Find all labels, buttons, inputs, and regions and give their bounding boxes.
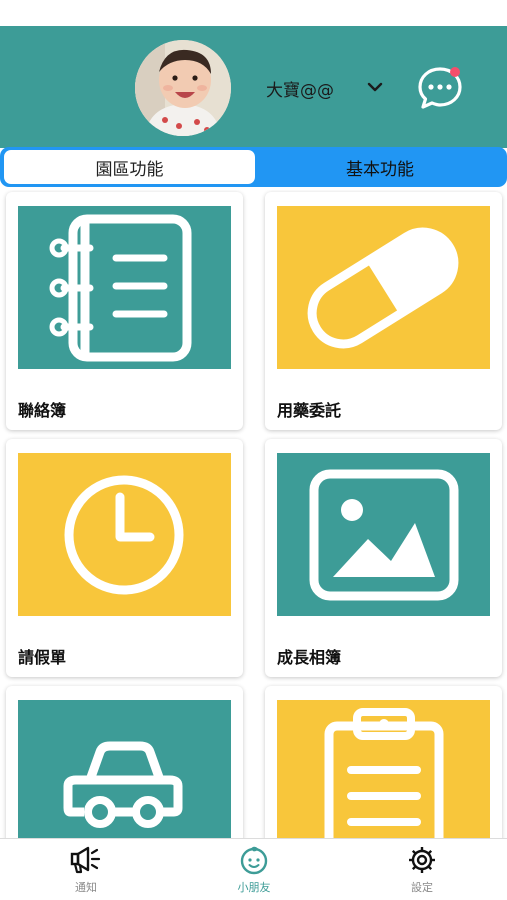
car-icon — [63, 741, 183, 828]
function-tabs: 園區功能 基本功能 — [0, 147, 507, 187]
nav-label: 設定 — [411, 881, 433, 894]
tab-park-functions[interactable]: 園區功能 — [4, 150, 255, 184]
unread-badge — [450, 67, 460, 77]
nav-label: 小朋友 — [237, 881, 271, 894]
card-label: 用藥委託 — [277, 401, 342, 420]
clipboard-icon — [324, 708, 444, 838]
chat-bubble-icon[interactable] — [416, 64, 464, 112]
bottom-navigation: 通知 小朋友 設定 — [0, 838, 507, 900]
card-label: 聯絡簿 — [18, 401, 67, 420]
card-label: 請假單 — [18, 648, 67, 667]
avatar[interactable] — [135, 40, 231, 136]
photo-album-icon — [309, 469, 459, 601]
card-label: 成長相簿 — [277, 648, 342, 667]
nav-children[interactable]: 小朋友 — [194, 845, 314, 899]
child-photo-icon — [135, 40, 231, 136]
nav-notifications[interactable]: 通知 — [26, 845, 146, 899]
function-grid: 聯絡簿 用藥委託 請假單 成長相簿 — [0, 190, 507, 838]
card-clipboard[interactable] — [265, 686, 502, 838]
card-image — [18, 206, 231, 369]
pill-icon — [307, 227, 459, 349]
card-medication[interactable]: 用藥委託 — [265, 192, 502, 430]
baby-face-icon — [240, 846, 268, 875]
app-header: 大寶@@ — [0, 26, 507, 148]
nav-label: 通知 — [75, 881, 97, 894]
card-image — [277, 700, 490, 838]
card-image — [18, 700, 231, 838]
card-shuttle[interactable] — [6, 686, 243, 838]
chevron-down-icon[interactable] — [366, 80, 384, 94]
megaphone-icon — [70, 846, 101, 874]
card-image — [18, 453, 231, 616]
card-image — [277, 206, 490, 369]
child-name[interactable]: 大寶@@ — [266, 76, 334, 101]
card-contact-book[interactable]: 聯絡簿 — [6, 192, 243, 430]
card-leave-form[interactable]: 請假單 — [6, 439, 243, 677]
status-bar — [0, 0, 507, 26]
card-growth-album[interactable]: 成長相簿 — [265, 439, 502, 677]
gear-icon — [409, 847, 435, 873]
tab-basic-functions[interactable]: 基本功能 — [256, 150, 504, 184]
clock-icon — [64, 475, 184, 595]
card-image — [277, 453, 490, 616]
nav-settings[interactable]: 設定 — [362, 845, 482, 899]
notebook-icon — [49, 214, 192, 362]
